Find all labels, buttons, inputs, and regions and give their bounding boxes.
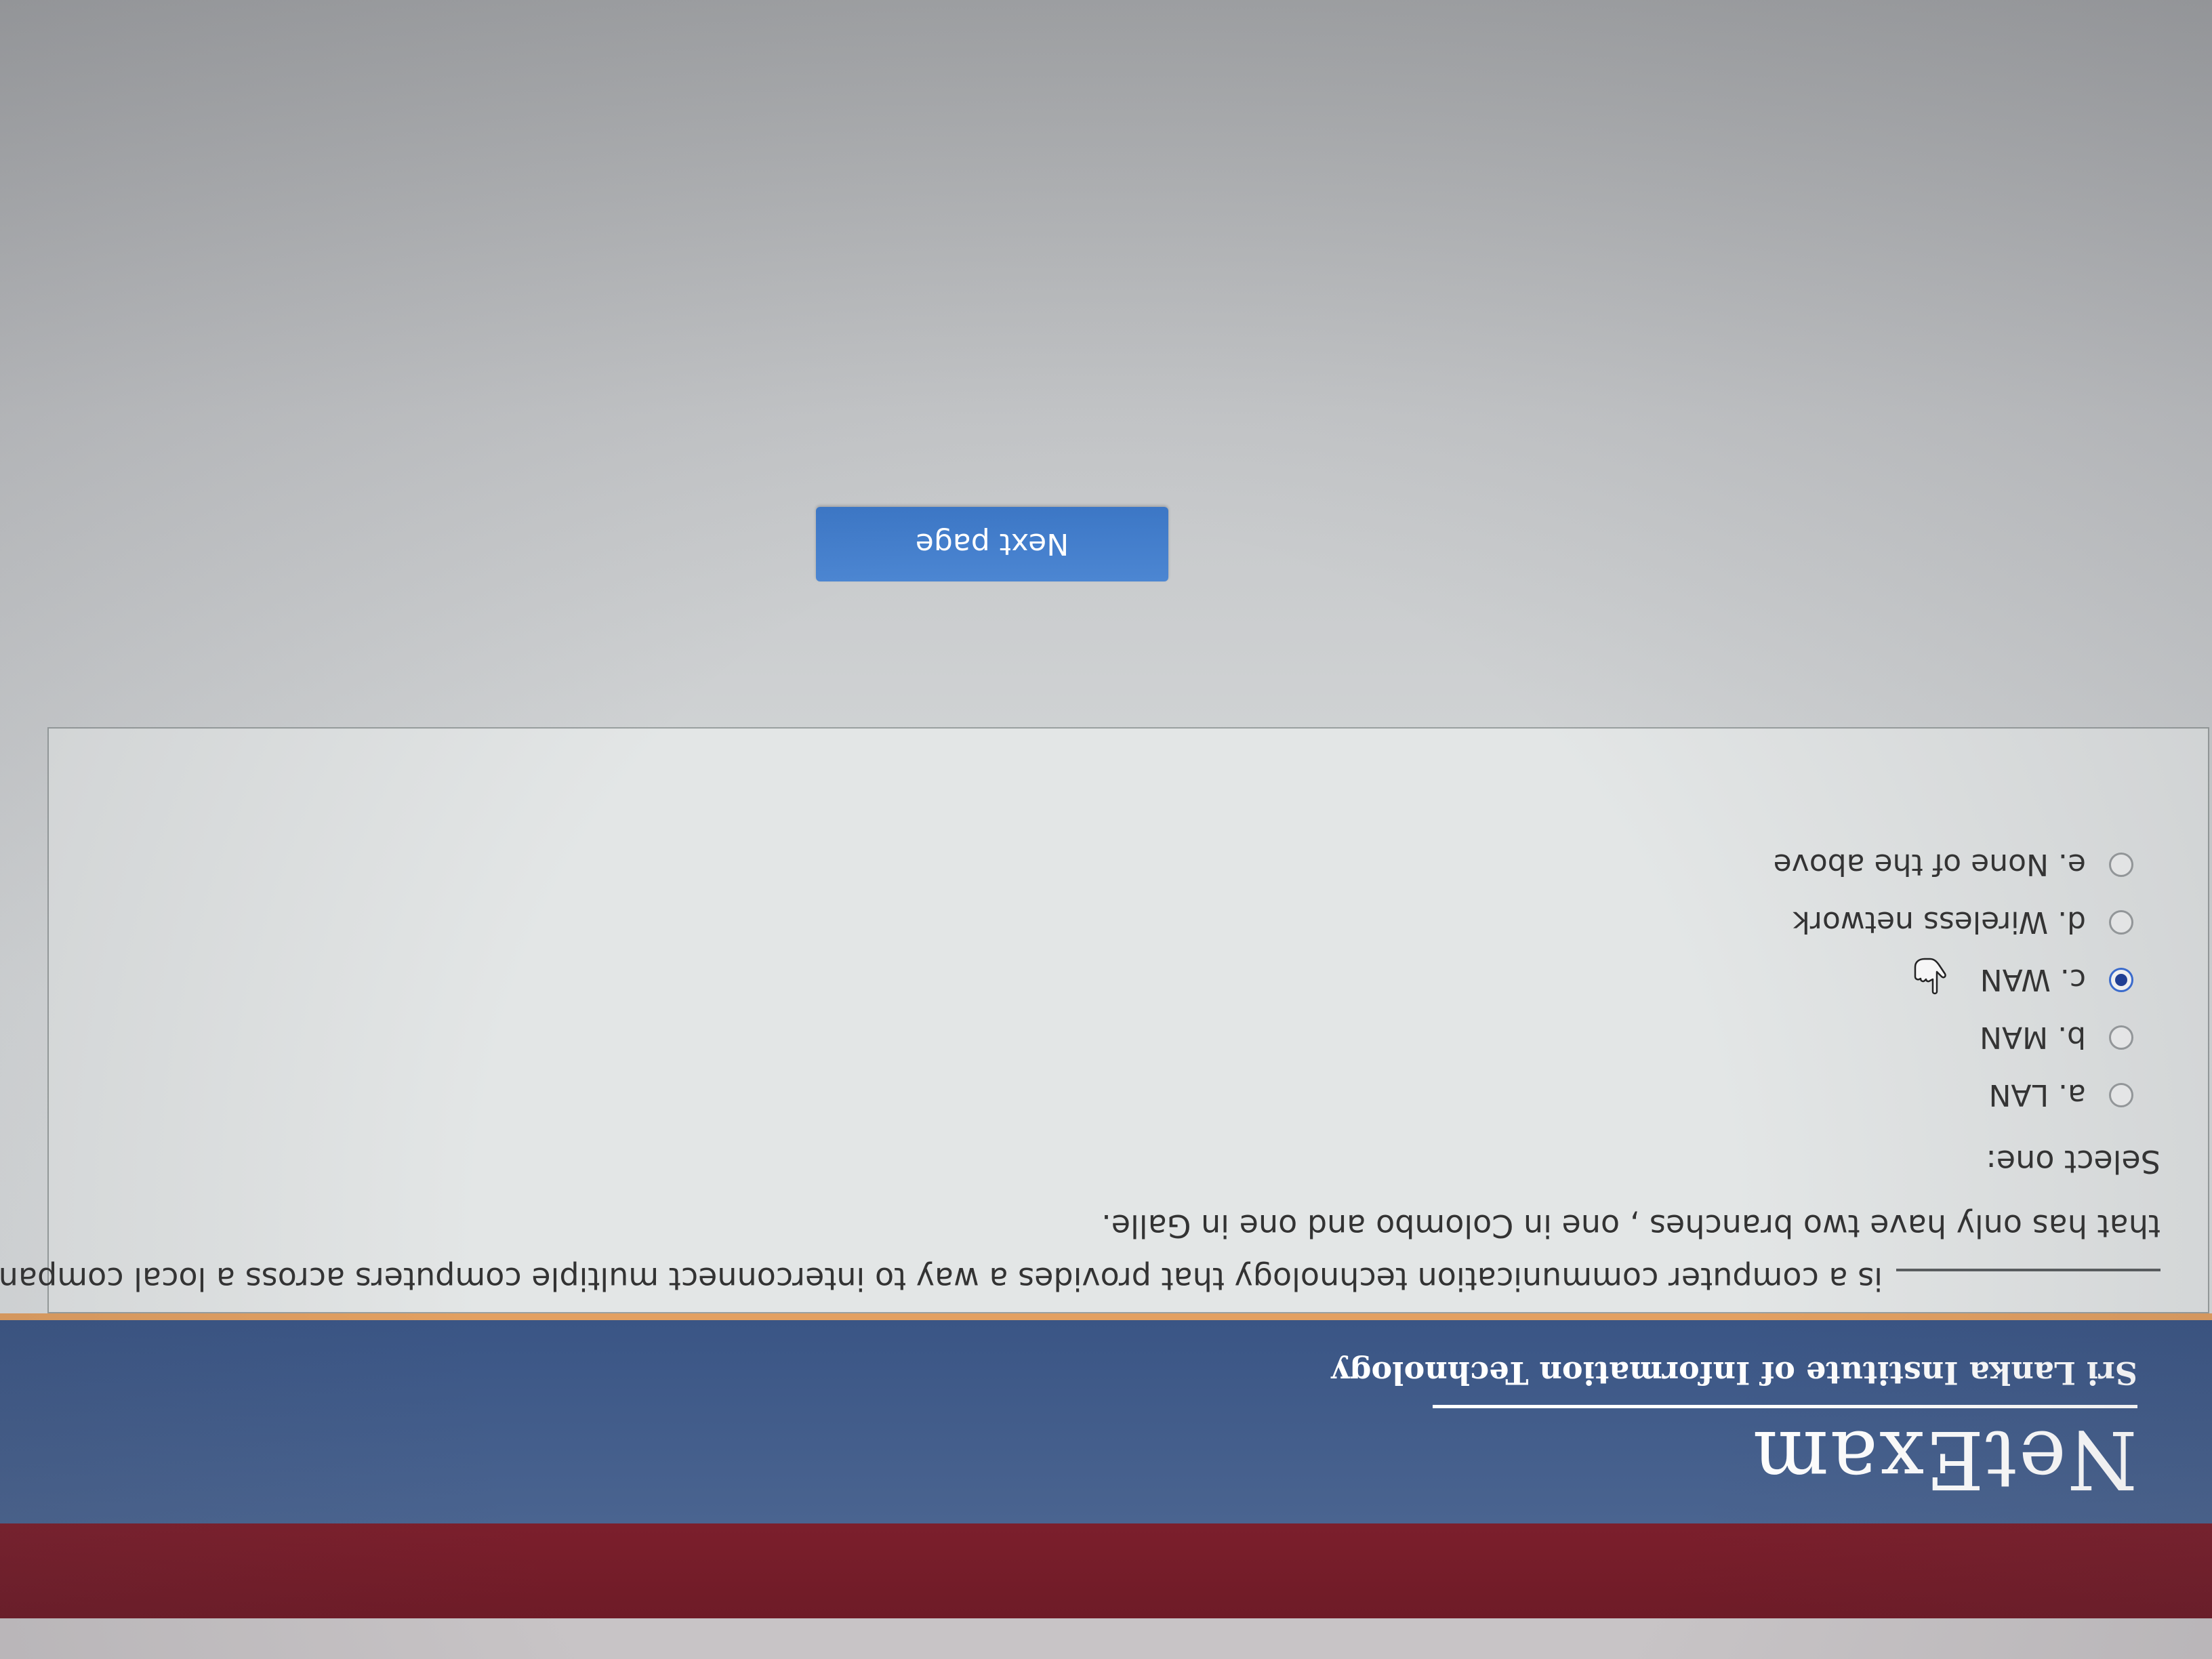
radio-button[interactable] <box>2109 1025 2133 1050</box>
option-e[interactable]: e. None of the above <box>1774 844 2133 885</box>
site-logo[interactable]: NetExam <box>1752 1413 2137 1507</box>
next-page-button[interactable]: Next page <box>816 507 1168 581</box>
option-label: e. None of the above <box>1773 847 2086 882</box>
radio-button[interactable] <box>2109 853 2133 877</box>
institute-name: Sri Lanka Institute of Information Techn… <box>1331 1355 2137 1391</box>
option-c[interactable]: c. WAN <box>1980 960 2133 1000</box>
option-label: d. Wireless network <box>1793 905 2086 940</box>
select-one-prompt: Select one: <box>1986 1143 2160 1180</box>
logo-underline <box>1433 1405 2137 1408</box>
question-blank <box>1896 1269 2160 1271</box>
browser-chrome-band <box>0 1523 2212 1618</box>
question-text-line1: is a computer communication technology t… <box>0 1261 1883 1297</box>
option-label: a. LAN <box>1988 1078 2086 1113</box>
radio-button[interactable] <box>2109 1083 2133 1107</box>
screen-top-strip <box>0 1618 2212 1659</box>
option-a[interactable]: a. LAN <box>1989 1075 2133 1115</box>
radio-button[interactable] <box>2109 910 2133 935</box>
question-card: is a computer communication technology t… <box>0 727 2209 1313</box>
option-label: b. MAN <box>1980 1020 2086 1055</box>
option-b[interactable]: b. MAN <box>1980 1017 2133 1058</box>
hand-pointer-icon <box>1914 958 1946 995</box>
question-text-line2: that has only have two branches , one in… <box>1101 1208 2160 1244</box>
radio-button-selected[interactable] <box>2109 968 2133 992</box>
option-d[interactable]: d. Wireless network <box>1793 902 2133 943</box>
header-accent-line <box>0 1313 2212 1320</box>
photographed-screen: NetExam Sri Lanka Institute of Informati… <box>0 0 2212 1659</box>
option-label: c. WAN <box>1980 962 2086 998</box>
